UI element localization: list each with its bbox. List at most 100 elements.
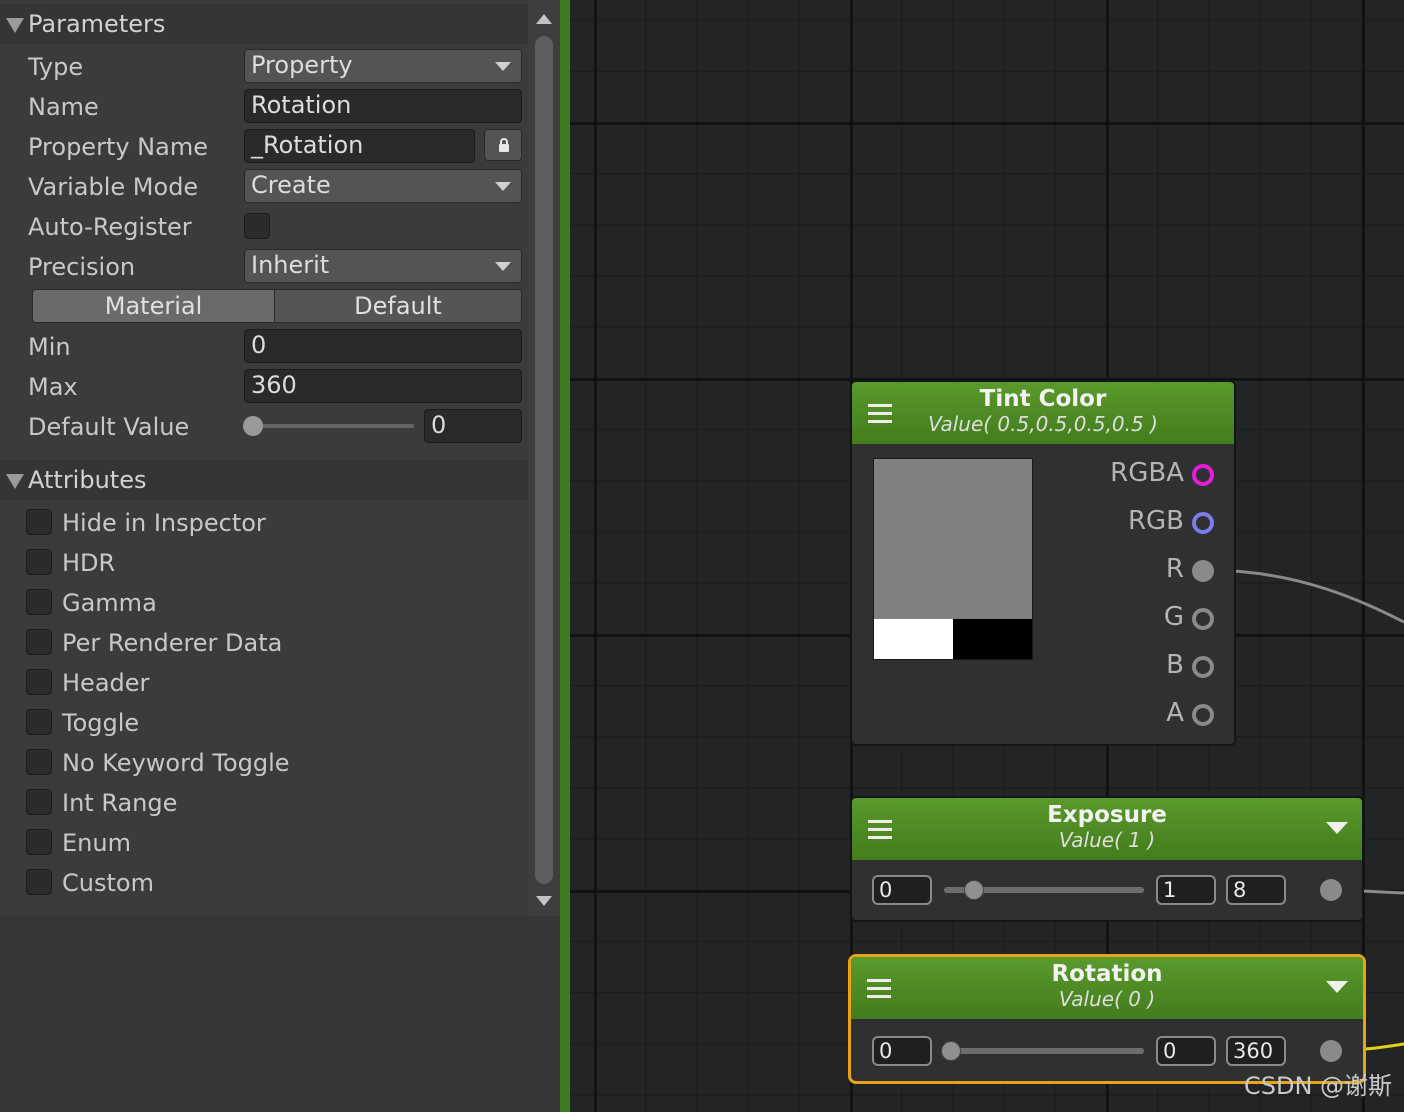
auto-register-label: Auto-Register bbox=[28, 213, 192, 241]
attribute-label: Gamma bbox=[62, 589, 157, 617]
default-value-field[interactable]: 0 bbox=[424, 409, 522, 443]
node-title: Tint Color bbox=[979, 386, 1107, 412]
max-field[interactable]: 360 bbox=[244, 369, 522, 403]
port-rgba[interactable] bbox=[1192, 464, 1214, 486]
tab-default[interactable]: Default bbox=[274, 290, 521, 322]
inspector-panel: Parameters Type Property Name Rotation P… bbox=[0, 0, 560, 1112]
max-label: Max bbox=[28, 373, 78, 401]
attribute-checkbox[interactable] bbox=[26, 629, 52, 655]
port-label-g: G bbox=[1163, 602, 1184, 632]
variable-mode-value: Create bbox=[251, 171, 331, 199]
attribute-label: Enum bbox=[62, 829, 131, 857]
port-b[interactable] bbox=[1192, 656, 1214, 678]
variable-mode-label: Variable Mode bbox=[28, 173, 199, 201]
tab-material[interactable]: Material bbox=[33, 290, 274, 322]
property-name-label: Property Name bbox=[28, 133, 208, 161]
collapse-arrow-icon[interactable] bbox=[1326, 822, 1348, 834]
attribute-checkbox[interactable] bbox=[26, 709, 52, 735]
name-label: Name bbox=[28, 93, 99, 121]
dropdown-arrow-icon bbox=[495, 182, 511, 191]
node-title: Rotation bbox=[1051, 961, 1163, 987]
node-subtitle: Value( 0.5,0.5,0.5,0.5 ) bbox=[928, 412, 1158, 436]
node-header[interactable]: Tint Color Value( 0.5,0.5,0.5,0.5 ) bbox=[852, 382, 1234, 444]
property-name-field[interactable]: _Rotation bbox=[244, 129, 475, 163]
rotation-slider-thumb[interactable] bbox=[941, 1041, 961, 1061]
port-label-b: B bbox=[1166, 650, 1184, 680]
attributes-title: Attributes bbox=[28, 466, 147, 494]
exposure-value-field[interactable]: 1 bbox=[1156, 875, 1216, 905]
port-label-rgba: RGBA bbox=[1110, 458, 1184, 488]
rotation-value-field[interactable]: 0 bbox=[1156, 1036, 1216, 1066]
type-dropdown[interactable]: Property bbox=[244, 49, 522, 83]
node-tint-color[interactable]: Tint Color Value( 0.5,0.5,0.5,0.5 ) RGBA… bbox=[850, 380, 1236, 746]
lock-button[interactable] bbox=[484, 129, 522, 161]
parameters-title: Parameters bbox=[28, 10, 166, 38]
attributes-header[interactable]: Attributes bbox=[0, 460, 528, 500]
type-value: Property bbox=[251, 51, 353, 79]
watermark: CSDN @谢斯 bbox=[1244, 1072, 1393, 1100]
attribute-checkbox[interactable] bbox=[26, 669, 52, 695]
port-rotation-out[interactable] bbox=[1320, 1040, 1342, 1062]
name-field[interactable]: Rotation bbox=[244, 89, 522, 123]
port-a[interactable] bbox=[1192, 704, 1214, 726]
foldout-arrow-icon[interactable] bbox=[6, 18, 24, 33]
scroll-up-arrow-icon[interactable] bbox=[536, 14, 552, 24]
type-label: Type bbox=[28, 53, 84, 81]
precision-dropdown[interactable]: Inherit bbox=[244, 249, 522, 283]
exposure-min-field[interactable]: 0 bbox=[872, 875, 932, 905]
port-label-r: R bbox=[1165, 554, 1184, 584]
attribute-checkbox[interactable] bbox=[26, 509, 52, 535]
attribute-label: Toggle bbox=[62, 709, 140, 737]
port-r[interactable] bbox=[1192, 560, 1214, 582]
attribute-label: Per Renderer Data bbox=[62, 629, 283, 657]
attribute-label: Hide in Inspector bbox=[62, 509, 266, 537]
node-subtitle: Value( 0 ) bbox=[1058, 987, 1156, 1011]
attribute-label: Custom bbox=[62, 869, 154, 897]
attribute-label: No Keyword Toggle bbox=[62, 749, 290, 777]
foldout-arrow-icon[interactable] bbox=[6, 474, 24, 489]
attribute-checkbox[interactable] bbox=[26, 589, 52, 615]
node-exposure[interactable]: Exposure Value( 1 ) 0 1 8 bbox=[850, 796, 1364, 922]
port-label-rgb: RGB bbox=[1127, 506, 1184, 536]
exposure-max-field[interactable]: 8 bbox=[1226, 875, 1286, 905]
precision-value: Inherit bbox=[251, 251, 330, 279]
exposure-slider-thumb[interactable] bbox=[964, 880, 984, 900]
inspector-empty-area bbox=[0, 916, 560, 1112]
auto-register-checkbox[interactable] bbox=[244, 213, 270, 239]
default-value-slider-thumb[interactable] bbox=[243, 416, 263, 436]
node-subtitle: Value( 1 ) bbox=[1058, 828, 1156, 852]
attribute-label: HDR bbox=[62, 549, 116, 577]
rotation-slider-track[interactable] bbox=[944, 1048, 1144, 1054]
color-swatch[interactable] bbox=[873, 458, 1033, 660]
attribute-checkbox[interactable] bbox=[26, 749, 52, 775]
attribute-checkbox[interactable] bbox=[26, 549, 52, 575]
port-rgb[interactable] bbox=[1192, 512, 1214, 534]
rotation-min-field[interactable]: 0 bbox=[872, 1036, 932, 1066]
default-value-slider-track[interactable] bbox=[252, 424, 414, 428]
color-preview bbox=[874, 459, 1032, 619]
attribute-label: Int Range bbox=[62, 789, 178, 817]
panel-divider bbox=[560, 0, 570, 1112]
node-header[interactable]: Exposure Value( 1 ) bbox=[852, 798, 1362, 860]
scrollbar-thumb[interactable] bbox=[535, 36, 553, 884]
alpha-black bbox=[953, 619, 1032, 659]
precision-label: Precision bbox=[28, 253, 136, 281]
port-label-a: A bbox=[1166, 698, 1184, 728]
node-rotation[interactable]: Rotation Value( 0 ) 0 0 360 bbox=[848, 954, 1366, 1084]
attribute-checkbox[interactable] bbox=[26, 789, 52, 815]
scroll-down-arrow-icon[interactable] bbox=[536, 896, 552, 906]
dropdown-arrow-icon bbox=[495, 62, 511, 71]
node-header[interactable]: Rotation Value( 0 ) bbox=[851, 957, 1363, 1019]
default-value-label: Default Value bbox=[28, 413, 190, 441]
min-field[interactable]: 0 bbox=[244, 329, 522, 363]
rotation-max-field[interactable]: 360 bbox=[1226, 1036, 1286, 1066]
port-exposure-out[interactable] bbox=[1320, 879, 1342, 901]
collapse-arrow-icon[interactable] bbox=[1326, 981, 1348, 993]
variable-mode-dropdown[interactable]: Create bbox=[244, 169, 522, 203]
port-g[interactable] bbox=[1192, 608, 1214, 630]
attribute-checkbox[interactable] bbox=[26, 829, 52, 855]
node-title: Exposure bbox=[1047, 802, 1167, 828]
dropdown-arrow-icon bbox=[495, 262, 511, 271]
parameters-header[interactable]: Parameters bbox=[0, 4, 528, 44]
attribute-checkbox[interactable] bbox=[26, 869, 52, 895]
